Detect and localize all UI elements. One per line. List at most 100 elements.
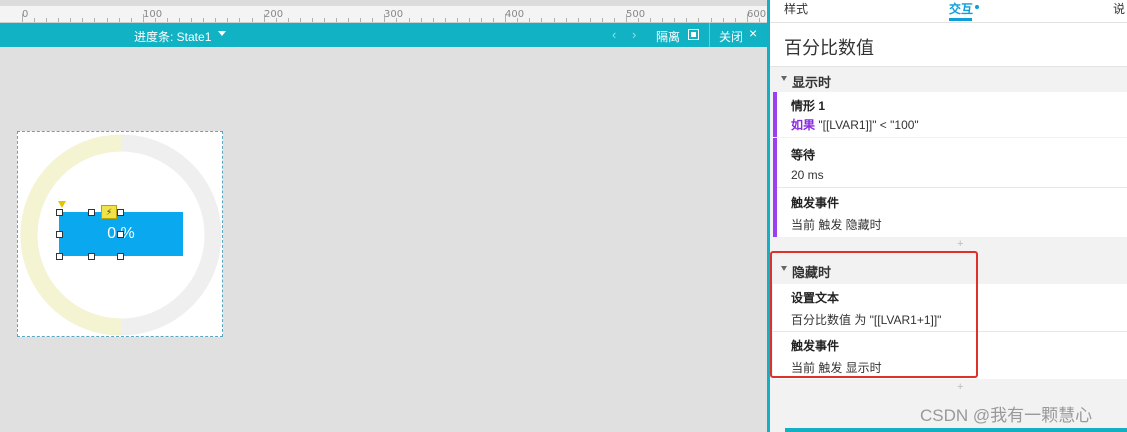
ruler-tick (674, 18, 676, 22)
ruler-tick (203, 18, 205, 22)
interaction-panel: 样式 交互 说 百分比数值 显示时 情形 1 如果 "[[LVAR1]]" < … (770, 0, 1127, 432)
next-state-icon[interactable]: › (632, 27, 636, 42)
collapse-caret-icon[interactable] (781, 76, 787, 81)
case-title: 情形 1 (791, 99, 826, 113)
case-condition: 如果 "[[LVAR1]]" < "100" (791, 116, 919, 133)
ruler-label-200: 200 (264, 9, 284, 20)
annotation-highlight-box (770, 251, 978, 378)
resize-handle[interactable] (117, 253, 124, 260)
ruler-tick (529, 18, 531, 22)
case-keyword: 如果 (791, 118, 816, 132)
ruler-tick (94, 18, 96, 22)
panel-tabs: 样式 交互 说 (770, 0, 1127, 23)
ruler-tick (553, 18, 555, 22)
action-title: 等待 (791, 148, 816, 162)
design-canvas[interactable]: 0 100 200 300 400 500 600 进度条: State1 ‹ … (0, 0, 768, 432)
ruler-tick (650, 18, 652, 22)
horizontal-ruler: 0 100 200 300 400 500 600 (0, 0, 768, 23)
add-case-icon[interactable]: + (957, 238, 963, 250)
ruler-tick (408, 18, 410, 22)
action-title: 触发事件 (791, 196, 840, 210)
ruler-tick (577, 18, 579, 22)
action-detail: 20 ms (791, 168, 824, 182)
case-condition-text: "[[LVAR1]]" < "100" (818, 118, 919, 132)
ruler-tick (734, 18, 736, 22)
tab-interactions[interactable]: 交互 (949, 0, 973, 17)
ruler-tick (130, 18, 132, 22)
ruler-tick (191, 18, 193, 22)
event-onshow-header[interactable]: 显示时 (770, 67, 1127, 91)
ruler-tick (420, 18, 422, 22)
close-icon[interactable]: × (749, 25, 757, 41)
ruler-tick (227, 18, 229, 22)
ruler-tick (179, 18, 181, 22)
ruler-tick (82, 18, 84, 22)
ruler-tick (360, 18, 362, 22)
widget-header: 百分比数值 (770, 23, 1127, 67)
ruler-tick (493, 18, 495, 22)
case-block[interactable]: 情形 1 如果 "[[LVAR1]]" < "100" (773, 92, 1127, 137)
ruler-label-600: 600 (747, 9, 767, 20)
pin-marker-icon (58, 201, 66, 208)
ruler-tick (601, 18, 603, 22)
ruler-tick (710, 18, 712, 22)
ruler-tick (215, 18, 217, 22)
ruler-label-300: 300 (384, 9, 404, 20)
action-fire-event[interactable]: 触发事件 当前 触发 隐藏时 (777, 188, 1127, 237)
toolbar-divider (709, 23, 710, 47)
isolate-icon[interactable] (688, 29, 699, 40)
ruler-tick (722, 18, 724, 22)
ruler-tick (372, 18, 374, 22)
ruler-tick (698, 18, 700, 22)
resize-handle[interactable] (88, 209, 95, 216)
resize-handle[interactable] (56, 253, 63, 260)
ruler-tick (468, 18, 470, 22)
ruler-tick (118, 18, 120, 22)
ruler-tick (166, 18, 168, 22)
chevron-down-icon[interactable] (218, 31, 226, 36)
ruler-tick (336, 18, 338, 22)
ruler-tick (541, 18, 543, 22)
close-button[interactable]: 关闭 (719, 28, 743, 45)
ruler-tick (662, 18, 664, 22)
resize-handle[interactable] (117, 209, 124, 216)
ruler-tick (251, 18, 253, 22)
ruler-tick (481, 18, 483, 22)
state-toolbar: 进度条: State1 ‹ › 隔离 关闭 × (0, 23, 768, 47)
widget-name[interactable]: 百分比数值 (784, 34, 874, 60)
ruler-tick (456, 18, 458, 22)
ruler-tick (70, 18, 72, 22)
ruler-label-0: 0 (22, 9, 29, 20)
progress-widget[interactable]: 0 % ⚡ (17, 131, 223, 337)
prev-state-icon[interactable]: ‹ (612, 27, 616, 42)
resize-handle[interactable] (56, 209, 63, 216)
ruler-tick (686, 18, 688, 22)
ruler-top-strip (0, 0, 768, 6)
ruler-tick (565, 18, 567, 22)
add-case-icon[interactable]: + (957, 381, 963, 393)
ruler-tick (432, 18, 434, 22)
action-wait[interactable]: 等待 20 ms (777, 138, 1127, 187)
ruler-tick (444, 18, 446, 22)
event-name: 显示时 (792, 75, 832, 90)
active-tab-indicator (949, 18, 972, 21)
ruler-label-100: 100 (143, 9, 163, 20)
active-dot-icon (975, 5, 979, 9)
tab-style[interactable]: 样式 (784, 0, 808, 17)
state-selector[interactable]: 进度条: State1 (134, 28, 211, 45)
ruler-tick (34, 18, 36, 22)
resize-handle[interactable] (117, 231, 124, 238)
isolate-button[interactable]: 隔离 (656, 28, 680, 45)
watermark: CSDN @我有一颗慧心 (920, 406, 1093, 425)
resize-handle[interactable] (56, 231, 63, 238)
ruler-tick (106, 18, 108, 22)
lightning-icon[interactable]: ⚡ (101, 205, 117, 219)
ruler-tick (287, 18, 289, 22)
ruler-tick (46, 18, 48, 22)
ruler-tick (58, 18, 60, 22)
tab-notes[interactable]: 说 (1113, 0, 1125, 17)
ruler-tick (589, 18, 591, 22)
resize-handle[interactable] (88, 253, 95, 260)
ruler-tick (299, 18, 301, 22)
panel-bottom-bar (785, 428, 1127, 432)
